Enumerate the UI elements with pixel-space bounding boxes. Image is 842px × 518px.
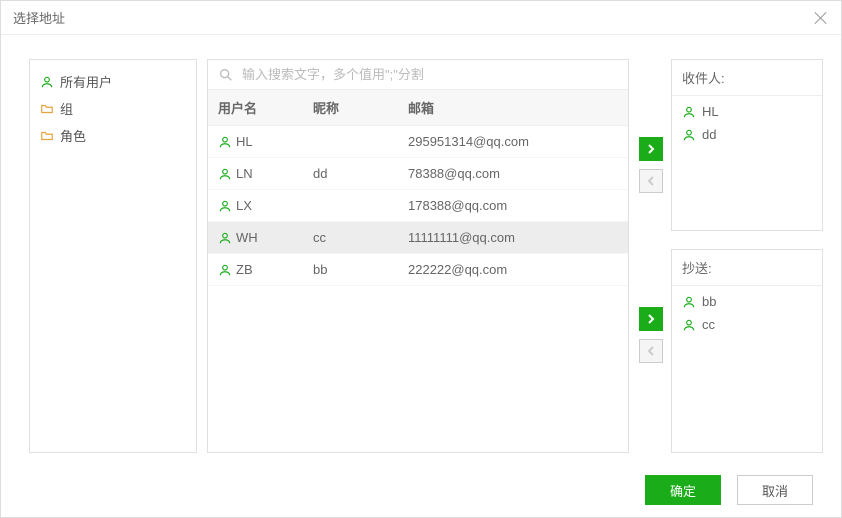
cc-section: 抄送: bb cc — [639, 249, 823, 453]
add-to-cc-button[interactable] — [639, 307, 663, 331]
person-icon — [40, 75, 54, 89]
col-header-nick: 昵称 — [303, 90, 398, 125]
chevron-right-icon — [646, 144, 656, 154]
recipients-list: HL dd — [672, 96, 822, 230]
person-icon — [682, 105, 696, 119]
remove-from-recipients-button[interactable] — [639, 169, 663, 193]
cancel-button[interactable]: 取消 — [737, 475, 813, 505]
person-icon — [218, 231, 232, 245]
list-item[interactable]: bb — [672, 290, 822, 313]
person-icon — [218, 263, 232, 277]
close-icon[interactable] — [813, 10, 829, 26]
list-item-label: bb — [702, 294, 716, 309]
cell-nick: bb — [303, 254, 398, 285]
cell-user: LX — [236, 198, 252, 213]
list-item[interactable]: HL — [672, 100, 822, 123]
folder-icon — [40, 102, 54, 116]
tree-item-label: 角色 — [60, 126, 86, 145]
cell-mail: 178388@qq.com — [398, 190, 628, 221]
col-header-mail: 邮箱 — [398, 90, 628, 125]
recipients-section: 收件人: HL dd — [639, 59, 823, 231]
tree-item-label: 组 — [60, 99, 73, 118]
person-icon — [218, 167, 232, 181]
cell-mail: 222222@qq.com — [398, 254, 628, 285]
list-item[interactable]: dd — [672, 123, 822, 146]
list-item[interactable]: cc — [672, 313, 822, 336]
table-row[interactable]: ZB bb222222@qq.com — [208, 254, 628, 286]
chevron-right-icon — [646, 314, 656, 324]
cell-mail: 295951314@qq.com — [398, 126, 628, 157]
search-input[interactable] — [240, 66, 618, 83]
user-list-panel: 用户名 昵称 邮箱 HL 295951314@qq.com LN dd78388@qq… — [207, 59, 629, 453]
cell-user: WH — [236, 230, 258, 245]
right-column: 收件人: HL dd 抄送: bb cc — [639, 59, 823, 453]
table-row[interactable]: HL 295951314@qq.com — [208, 126, 628, 158]
cell-user: LN — [236, 166, 253, 181]
dialog-body: 所有用户 组 角色 用户名 昵称 邮箱 HL295951314@qq.comL — [1, 35, 841, 463]
table-row[interactable]: LX 178388@qq.com — [208, 190, 628, 222]
cell-user: HL — [236, 134, 253, 149]
search-icon — [218, 67, 234, 83]
table-row[interactable]: WH cc11111111@qq.com — [208, 222, 628, 254]
cell-mail: 78388@qq.com — [398, 158, 628, 189]
recipients-title: 收件人: — [672, 60, 822, 96]
cell-nick: cc — [303, 222, 398, 253]
person-icon — [218, 135, 232, 149]
table-row[interactable]: LN dd78388@qq.com — [208, 158, 628, 190]
ok-button[interactable]: 确定 — [645, 475, 721, 505]
list-item-label: cc — [702, 317, 715, 332]
person-icon — [682, 318, 696, 332]
col-header-user: 用户名 — [208, 90, 303, 125]
tree-item-all-users[interactable]: 所有用户 — [30, 68, 196, 95]
cc-list: bb cc — [672, 286, 822, 452]
table-rows: HL 295951314@qq.com LN dd78388@qq.com LX 1783… — [208, 126, 628, 452]
person-icon — [682, 295, 696, 309]
list-item-label: dd — [702, 127, 716, 142]
person-icon — [218, 199, 232, 213]
dialog-footer: 确定 取消 — [1, 463, 841, 517]
search-bar — [208, 60, 628, 90]
table-header: 用户名 昵称 邮箱 — [208, 90, 628, 126]
person-icon — [682, 128, 696, 142]
tree-item-groups[interactable]: 组 — [30, 95, 196, 122]
cell-nick — [303, 134, 398, 150]
cell-nick — [303, 198, 398, 214]
chevron-left-icon — [646, 346, 656, 356]
transfer-buttons-cc — [639, 249, 663, 453]
remove-from-cc-button[interactable] — [639, 339, 663, 363]
cell-nick: dd — [303, 158, 398, 189]
titlebar: 选择地址 — [1, 1, 841, 35]
list-item-label: HL — [702, 104, 719, 119]
transfer-buttons-to — [639, 59, 663, 231]
add-to-recipients-button[interactable] — [639, 137, 663, 161]
cc-title: 抄送: — [672, 250, 822, 286]
cc-panel: 抄送: bb cc — [671, 249, 823, 453]
folder-icon — [40, 129, 54, 143]
category-tree: 所有用户 组 角色 — [29, 59, 197, 453]
tree-item-roles[interactable]: 角色 — [30, 122, 196, 149]
chevron-left-icon — [646, 176, 656, 186]
dialog-title: 选择地址 — [13, 8, 65, 27]
cell-user: ZB — [236, 262, 253, 277]
tree-item-label: 所有用户 — [60, 72, 112, 91]
recipients-panel: 收件人: HL dd — [671, 59, 823, 231]
address-picker-dialog: 选择地址 所有用户 组 角色 用户名 — [0, 0, 842, 518]
cell-mail: 11111111@qq.com — [398, 222, 628, 253]
